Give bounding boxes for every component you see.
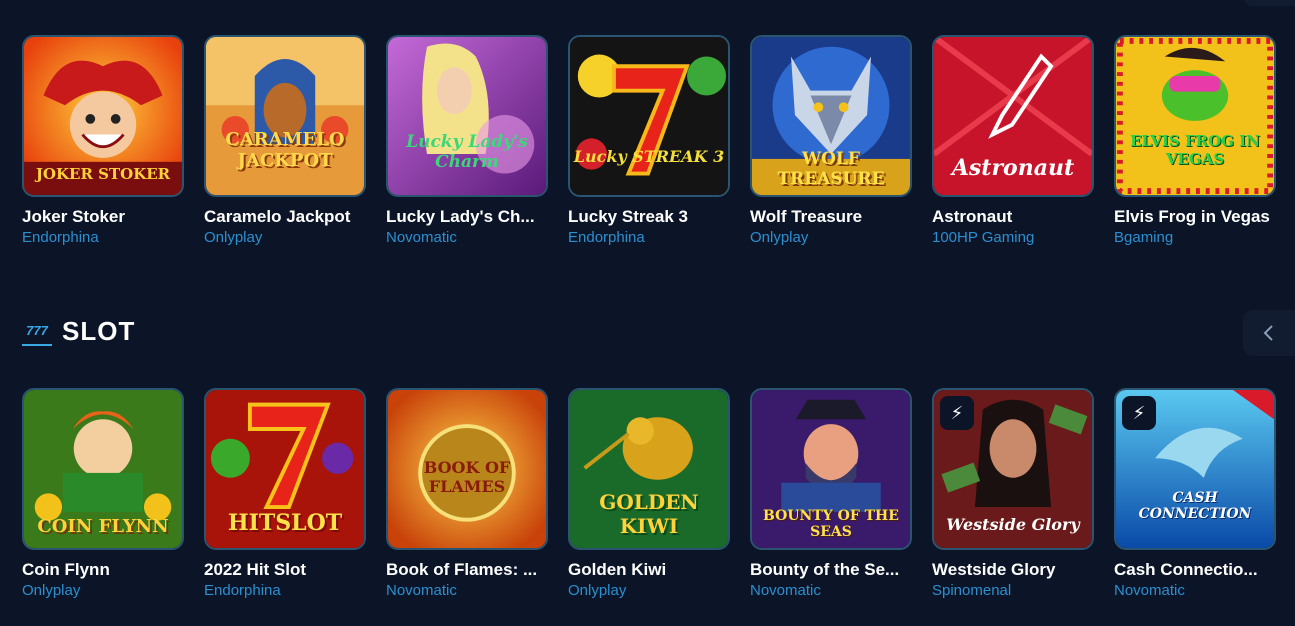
section-title[interactable]: SLOT bbox=[62, 316, 135, 347]
game-provider[interactable]: Novomatic bbox=[1114, 582, 1276, 600]
game-provider[interactable]: Endorphina bbox=[22, 229, 184, 247]
game-title: Lucky Lady's Ch... bbox=[386, 207, 535, 226]
game-title: Bounty of the Se... bbox=[750, 560, 900, 579]
game-card-astronaut[interactable]: Astronaut Astronaut 100HP Gaming bbox=[932, 35, 1094, 247]
games-row-slot: COIN FLYNN Coin Flynn Onlyplay HITSLOT 2… bbox=[22, 388, 1276, 600]
game-card-golden-kiwi[interactable]: GOLDEN KIWI Golden Kiwi Onlyplay bbox=[568, 388, 730, 600]
game-provider[interactable]: Onlyplay bbox=[568, 582, 730, 600]
game-art-title: BOUNTY OF THE SEAS bbox=[763, 508, 899, 540]
game-title: Astronaut bbox=[932, 207, 1013, 226]
scroll-left-button[interactable] bbox=[1243, 310, 1295, 356]
game-art-title: ELVIS FROG IN VEGAS bbox=[1130, 132, 1260, 168]
game-provider[interactable]: Onlyplay bbox=[750, 229, 912, 247]
game-provider[interactable]: Onlyplay bbox=[22, 582, 184, 600]
game-title: Cash Connectio... bbox=[1114, 560, 1258, 579]
game-card-bounty-of-the-seas[interactable]: BOUNTY OF THE SEAS Bounty of the Se... N… bbox=[750, 388, 912, 600]
game-card-elvis-frog[interactable]: ELVIS FROG IN VEGAS Elvis Frog in Vegas … bbox=[1114, 35, 1276, 247]
section-header-slot: 777 SLOT bbox=[22, 316, 135, 347]
game-title: Wolf Treasure bbox=[750, 207, 863, 226]
game-provider[interactable]: Novomatic bbox=[750, 582, 912, 600]
game-title: Coin Flynn bbox=[22, 560, 110, 579]
game-thumbnail[interactable]: BOOK OF FLAMES bbox=[386, 388, 548, 550]
game-thumbnail[interactable]: ELVIS FROG IN VEGAS bbox=[1114, 35, 1276, 197]
game-card-caramelo-jackpot[interactable]: CARAMELO JACKPOT Caramelo Jackpot Onlypl… bbox=[204, 35, 366, 247]
game-provider[interactable]: Endorphina bbox=[204, 582, 366, 600]
lightning-icon: ⚡ bbox=[940, 396, 974, 430]
game-title: Book of Flames: ... bbox=[386, 560, 538, 579]
game-card-2022-hit-slot[interactable]: HITSLOT 2022 Hit Slot Endorphina bbox=[204, 388, 366, 600]
game-title: Westside Glory bbox=[932, 560, 1056, 579]
game-art-title: WOLF TREASURE bbox=[777, 149, 885, 189]
game-title: Lucky Streak 3 bbox=[568, 207, 689, 226]
game-thumbnail[interactable]: ⚡ CASH CONNECTION bbox=[1114, 388, 1276, 550]
game-art-title: COIN FLYNN bbox=[37, 516, 169, 537]
games-row-top: JOKER STOKER Joker Stoker Endorphina CAR… bbox=[22, 35, 1276, 247]
game-art-title: Lucky STREAK 3 bbox=[573, 147, 725, 166]
game-title: 2022 Hit Slot bbox=[204, 560, 307, 579]
game-provider[interactable]: Novomatic bbox=[386, 582, 548, 600]
game-provider[interactable]: Spinomenal bbox=[932, 582, 1094, 600]
chevron-left-icon bbox=[1263, 325, 1273, 341]
game-card-wolf-treasure[interactable]: WOLF TREASURE Wolf Treasure Onlyplay bbox=[750, 35, 912, 247]
game-thumbnail[interactable]: BOUNTY OF THE SEAS bbox=[750, 388, 912, 550]
game-art-title: Lucky Lady's Charm bbox=[406, 132, 528, 172]
game-card-lucky-streak-3[interactable]: Lucky STREAK 3 Lucky Streak 3 Endorphina bbox=[568, 35, 730, 247]
game-thumbnail[interactable]: CARAMELO JACKPOT bbox=[204, 35, 366, 197]
game-thumbnail[interactable]: ⚡ Westside Glory bbox=[932, 388, 1094, 550]
game-provider[interactable]: Endorphina bbox=[568, 229, 730, 247]
game-title: Caramelo Jackpot bbox=[204, 207, 351, 226]
game-thumbnail[interactable]: Lucky Lady's Charm bbox=[386, 35, 548, 197]
game-provider[interactable]: 100HP Gaming bbox=[932, 229, 1094, 247]
game-title: Joker Stoker bbox=[22, 207, 125, 226]
game-thumbnail[interactable]: Astronaut bbox=[932, 35, 1094, 197]
game-card-joker-stoker[interactable]: JOKER STOKER Joker Stoker Endorphina bbox=[22, 35, 184, 247]
game-art-title: HITSLOT bbox=[227, 510, 343, 536]
game-thumbnail[interactable]: WOLF TREASURE bbox=[750, 35, 912, 197]
game-art-title: CASH CONNECTION bbox=[1138, 490, 1252, 522]
game-card-cash-connection[interactable]: ⚡ CASH CONNECTION Cash Connectio... Novo… bbox=[1114, 388, 1276, 600]
game-thumbnail[interactable]: HITSLOT bbox=[204, 388, 366, 550]
game-card-book-of-flames[interactable]: BOOK OF FLAMES Book of Flames: ... Novom… bbox=[386, 388, 548, 600]
game-card-coin-flynn[interactable]: COIN FLYNN Coin Flynn Onlyplay bbox=[22, 388, 184, 600]
game-art-title: BOOK OF FLAMES bbox=[423, 458, 511, 496]
game-provider[interactable]: Bgaming bbox=[1114, 229, 1276, 247]
game-art-title: Westside Glory bbox=[946, 515, 1080, 534]
game-provider[interactable]: Novomatic bbox=[386, 229, 548, 247]
game-art-title: Astronaut bbox=[951, 155, 1075, 181]
game-art-title: CARAMELO JACKPOT bbox=[225, 129, 345, 171]
scroll-right-button-top[interactable] bbox=[1243, 0, 1295, 6]
game-card-lucky-ladys-charm[interactable]: Lucky Lady's Charm Lucky Lady's Ch... No… bbox=[386, 35, 548, 247]
lightning-icon: ⚡ bbox=[1122, 396, 1156, 430]
game-art-title: JOKER STOKER bbox=[35, 165, 171, 183]
game-title: Golden Kiwi bbox=[568, 560, 667, 579]
slot-777-icon: 777 bbox=[22, 318, 52, 346]
game-thumbnail[interactable]: JOKER STOKER bbox=[22, 35, 184, 197]
game-thumbnail[interactable]: COIN FLYNN bbox=[22, 388, 184, 550]
game-thumbnail[interactable]: Lucky STREAK 3 bbox=[568, 35, 730, 197]
game-thumbnail[interactable]: GOLDEN KIWI bbox=[568, 388, 730, 550]
game-provider[interactable]: Onlyplay bbox=[204, 229, 366, 247]
game-title: Elvis Frog in Vegas bbox=[1114, 207, 1270, 226]
game-art-title: GOLDEN KIWI bbox=[599, 490, 699, 538]
game-card-westside-glory[interactable]: ⚡ Westside Glory Westside Glory Spinomen… bbox=[932, 388, 1094, 600]
